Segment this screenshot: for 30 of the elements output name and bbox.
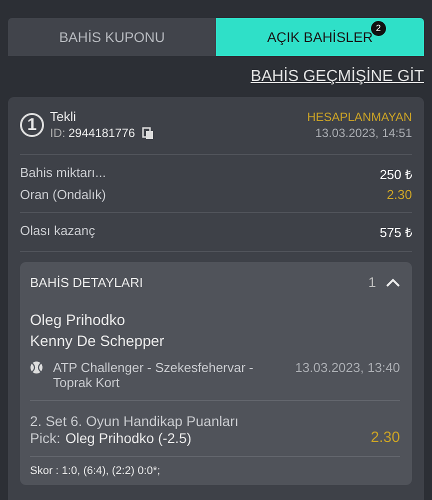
pick-label: Pick: <box>30 430 60 446</box>
copy-icon[interactable] <box>142 126 154 140</box>
match-datetime: 13.03.2023, 13:40 <box>295 360 400 375</box>
tab[interactable]: AÇIK BAHİSLER 2 <box>216 18 424 56</box>
league-name: ATP Challenger - Szekesfehervar - Toprak Kort <box>53 360 254 390</box>
win-value: 575 ₺ <box>380 224 412 241</box>
count-badge: 2 <box>370 21 386 36</box>
details-count: 1 <box>368 274 376 290</box>
bet-status: HESAPLANMAYAN <box>307 110 412 124</box>
tab[interactable]: BAHİS KUPONU <box>8 18 216 56</box>
bet-id: 2944181776 <box>68 126 136 140</box>
pick-value: Oleg Prihodko (-2.5) <box>65 430 192 446</box>
chevron-icon[interactable] <box>386 278 400 286</box>
stake-value: 250 ₺ <box>380 166 412 183</box>
market-name: 2. Set 6. Oyun Handikap Puanları <box>30 413 240 429</box>
odds-label: Oran (Ondalık) <box>20 187 106 202</box>
win-label: Olası kazanç <box>20 223 96 240</box>
score-text: Skor : 1:0, (6:4), (2:2) 0:0*; <box>30 465 162 477</box>
tennis-ball-icon <box>30 361 43 374</box>
bet-number: 1 <box>20 112 44 136</box>
stake-label: Bahis miktarı... <box>20 165 106 182</box>
id-label: ID: <box>50 126 66 140</box>
team-name: Kenny De Schepper <box>30 332 166 352</box>
details-title: BAHİS DETAYLARI <box>30 274 144 290</box>
bet-type: Tekli <box>50 109 78 124</box>
pick-odds: 2.30 <box>370 429 400 446</box>
bet-datetime: 13.03.2023, 14:51 <box>315 126 412 140</box>
odds-value: 2.30 <box>386 187 412 202</box>
bet-history-link[interactable]: BAHİS GEÇMİŞİNE GİT <box>250 68 424 86</box>
team-name: Oleg Prihodko <box>30 311 126 331</box>
